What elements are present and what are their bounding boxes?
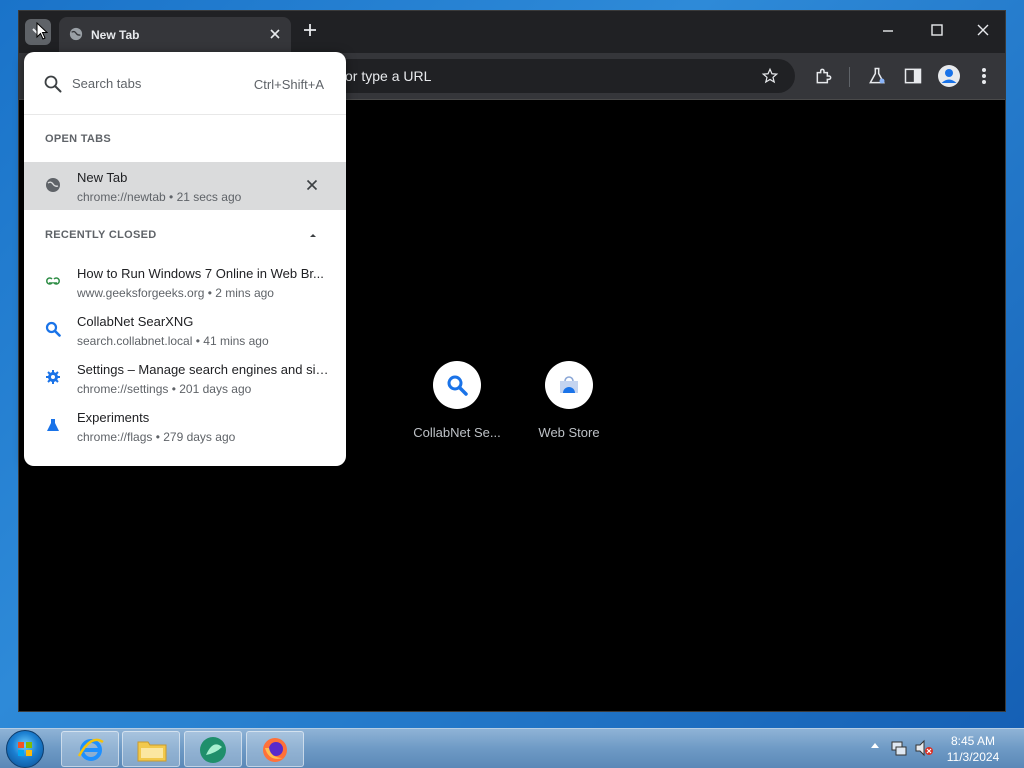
taskbar-media-app[interactable] <box>184 731 242 767</box>
open-tab-item[interactable]: New Tab chrome://newtab • 21 secs ago <box>24 162 346 210</box>
web-store-icon <box>560 376 578 393</box>
collapse-triangle-icon[interactable] <box>308 232 318 238</box>
recently-closed-item[interactable]: CollabNet SearXNG search.collabnet.local… <box>24 306 346 354</box>
clock-time: 8:45 AM <box>950 734 996 748</box>
close-window-button[interactable] <box>976 23 990 37</box>
bookmark-star-icon[interactable] <box>761 67 779 85</box>
clock-date: 11/3/2024 <box>946 750 1000 764</box>
gear-icon <box>46 370 60 384</box>
tab-item-subtitle: chrome://flags • 279 days ago <box>77 430 236 444</box>
magnifier-icon <box>447 375 468 396</box>
shortcut-icon-circle <box>545 361 593 409</box>
shortcut-collabnet[interactable]: CollabNet Se... <box>402 361 512 440</box>
address-bar[interactable]: or type a URL <box>309 59 795 93</box>
tab-search-popup: Ctrl+Shift+A OPEN TABS New Tab chrome://… <box>24 52 346 466</box>
network-icon[interactable] <box>890 739 908 757</box>
shortcut-label: CollabNet Se... <box>413 425 501 440</box>
search-tabs-input[interactable] <box>72 72 242 94</box>
tab-item-title: CollabNet SearXNG <box>77 314 194 329</box>
globe-icon <box>69 27 83 41</box>
tab-item-subtitle: chrome://settings • 201 days ago <box>77 382 252 396</box>
taskbar-file-explorer[interactable] <box>122 731 180 767</box>
tab-item-title: How to Run Windows 7 Online in Web Br... <box>77 266 324 281</box>
shortcut-icon-circle <box>433 361 481 409</box>
tab-title: New Tab <box>91 28 140 42</box>
address-bar-placeholder: or type a URL <box>345 68 432 84</box>
menu-kebab-icon[interactable] <box>976 66 992 86</box>
tab-new-tab[interactable]: New Tab <box>59 17 291 53</box>
side-panel-icon[interactable] <box>903 66 923 86</box>
globe-icon <box>46 178 60 192</box>
maximize-button[interactable] <box>930 23 944 37</box>
firefox-icon <box>263 738 287 762</box>
title-bar: New Tab <box>19 11 1005 53</box>
close-icon[interactable] <box>269 28 281 40</box>
start-button[interactable] <box>6 730 44 768</box>
minimize-button[interactable] <box>881 23 895 37</box>
tab-item-subtitle: search.collabnet.local • 41 mins ago <box>77 334 269 348</box>
flask-icon <box>47 419 59 431</box>
folder-icon <box>137 741 167 762</box>
search-icon <box>44 75 62 93</box>
internet-explorer-icon <box>77 738 104 761</box>
shortcut-label: Web Store <box>538 425 600 440</box>
taskbar-firefox[interactable] <box>246 731 304 767</box>
tab-item-title: Settings – Manage search engines and sit… <box>77 362 329 377</box>
recently-closed-item[interactable]: Experiments chrome://flags • 279 days ag… <box>24 402 346 450</box>
flask-icon[interactable] <box>867 66 887 86</box>
tab-item-subtitle: chrome://newtab • 21 secs ago <box>77 190 242 204</box>
windows-logo-icon <box>18 742 32 756</box>
magnifier-icon <box>45 321 61 337</box>
search-shortcut-hint: Ctrl+Shift+A <box>253 77 324 92</box>
recently-closed-item[interactable]: How to Run Windows 7 Online in Web Br...… <box>24 258 346 306</box>
tab-item-subtitle: www.geeksforgeeks.org • 2 mins ago <box>77 286 274 300</box>
profile-avatar-icon[interactable] <box>937 64 961 88</box>
system-clock[interactable]: 8:45 AM 11/3/2024 <box>930 733 1016 765</box>
tab-item-title: Experiments <box>77 410 150 425</box>
recently-closed-item[interactable]: Settings – Manage search engines and sit… <box>24 354 346 402</box>
mouse-cursor-icon <box>36 22 48 40</box>
taskbar: 8:45 AM 11/3/2024 <box>0 728 1024 768</box>
taskbar-internet-explorer[interactable] <box>61 731 119 767</box>
recently-closed-heading: RECENTLY CLOSED <box>45 229 157 241</box>
tab-item-title: New Tab <box>77 170 128 185</box>
toolbar-separator <box>849 67 850 87</box>
tray-expand-icon[interactable] <box>870 741 880 749</box>
media-app-icon <box>200 737 226 763</box>
close-tab-icon[interactable] <box>306 179 318 191</box>
new-tab-button[interactable] <box>303 23 317 37</box>
shortcut-web-store[interactable]: Web Store <box>514 361 624 440</box>
tab-search-bar: Ctrl+Shift+A <box>24 52 346 115</box>
open-tabs-heading: OPEN TABS <box>45 133 112 145</box>
extensions-icon[interactable] <box>814 66 834 86</box>
geeksforgeeks-icon <box>46 277 60 285</box>
